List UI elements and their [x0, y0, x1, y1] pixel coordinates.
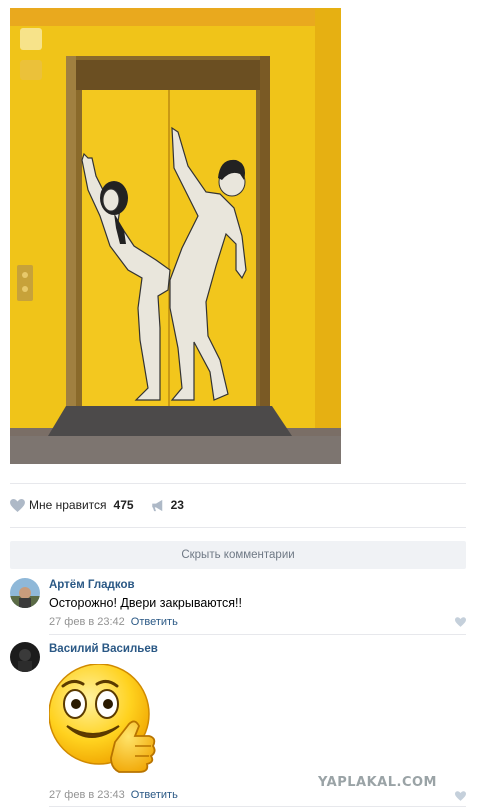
separator [49, 634, 466, 635]
avatar[interactable] [10, 642, 40, 672]
separator [49, 806, 466, 807]
elevator-picture [10, 8, 341, 464]
post-photo[interactable] [10, 8, 341, 464]
separator [10, 527, 466, 528]
share-count[interactable]: 23 [171, 498, 184, 512]
comment-date[interactable]: 27 фев в 23:42 [49, 616, 125, 628]
comment-item: Артём Гладков Осторожно! Двери закрывают… [10, 578, 466, 628]
thumbs-up-smiley-icon [48, 663, 156, 773]
comment-text: Осторожно! Двери закрываются!! [49, 596, 242, 610]
hide-comments-button[interactable]: Скрыть комментарии [10, 541, 466, 569]
heart-icon[interactable] [10, 497, 28, 513]
post-actions: Мне нравится 475 23 [10, 494, 184, 516]
comment-sticker [48, 663, 159, 776]
reply-button[interactable]: Ответить [131, 789, 178, 801]
comment-author[interactable]: Василий Васильев [49, 642, 466, 657]
separator [10, 483, 466, 484]
heart-icon[interactable] [455, 788, 466, 806]
megaphone-icon[interactable] [151, 497, 169, 513]
comment-date[interactable]: 27 фев в 23:43 [49, 789, 125, 801]
heart-icon[interactable] [455, 614, 466, 632]
like-label[interactable]: Мне нравится [29, 498, 107, 512]
avatar[interactable] [10, 578, 40, 608]
watermark: YAPLAKAL.COM [318, 775, 437, 790]
reply-button[interactable]: Ответить [131, 616, 178, 628]
like-count[interactable]: 475 [114, 498, 134, 512]
comment-author[interactable]: Артём Гладков [49, 578, 466, 593]
